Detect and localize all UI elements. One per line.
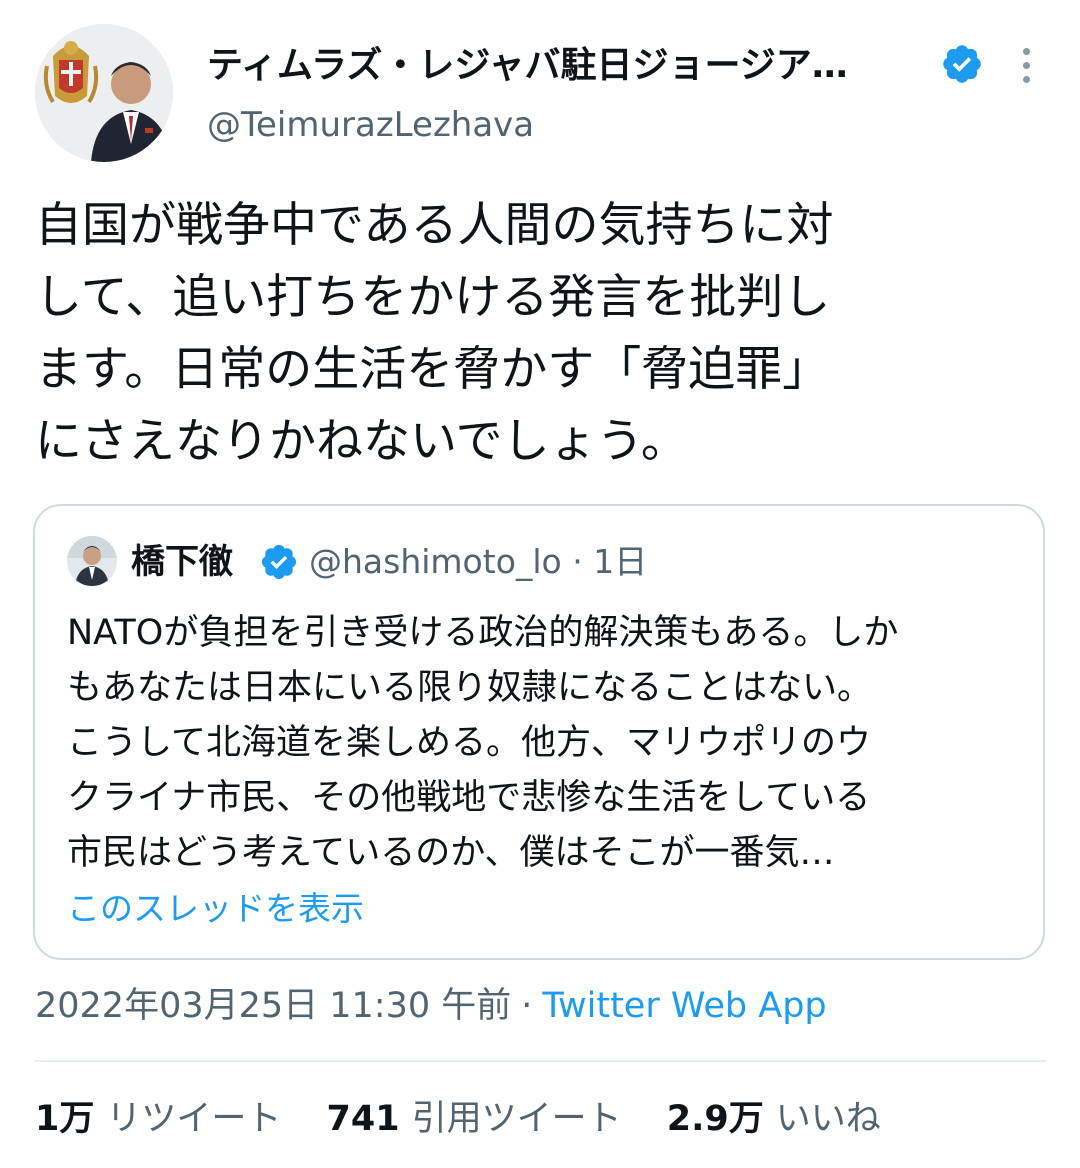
tweet-datetime[interactable]: 2022年03月25日 11:30 午前 [35, 986, 511, 1026]
tweet-text: 自国が戦争中である人間の気持ちに対 して、追い打ちをかける発言を批判し ます。日… [35, 190, 1045, 478]
quoted-author-name: 橋下徹 [131, 542, 233, 582]
more-dot [1022, 47, 1030, 55]
tweet-text-line: にさえなりかねないでしょう。 [35, 414, 688, 469]
author-display-name[interactable]: ティムラズ・レジャバ駐日ジョージア… [207, 40, 927, 92]
more-dot [1022, 61, 1030, 69]
quoted-text-line: 市民はどう考えているのか、僕はそこが一番気… [67, 833, 835, 873]
quoted-handle-time: @hashimoto_lo · 1日 [309, 542, 648, 581]
retweets-label: リツイート [106, 1099, 282, 1139]
retweets-count: 1万 [35, 1099, 95, 1139]
tweet-meta: 2022年03月25日 11:30 午前 · Twitter Web App [35, 980, 827, 1032]
quoted-verified-badge-icon [259, 542, 299, 582]
meta-separator: · [521, 986, 533, 1026]
quote-tweets-stat[interactable]: 741 引用ツイート [327, 1092, 622, 1146]
tweet-stats: 1万 リツイート 741 引用ツイート 2.9万 いいね [35, 1092, 915, 1146]
likes-stat[interactable]: 2.9万 いいね [667, 1092, 881, 1146]
retweets-stat[interactable]: 1万 リツイート [35, 1092, 281, 1146]
more-options-icon[interactable] [1006, 40, 1046, 90]
likes-count: 2.9万 [666, 1099, 764, 1139]
more-dot [1022, 75, 1030, 83]
author-avatar[interactable] [35, 24, 173, 162]
quoted-author-avatar [67, 536, 117, 586]
tweet-text-line: 自国が戦争中である人間の気持ちに対 [35, 198, 834, 253]
quoted-text-line: クライナ市民、その他戦地で悲惨な生活をしている [67, 778, 871, 818]
verified-badge-icon [940, 42, 984, 86]
quoted-tweet-card[interactable]: 橋下徹 @hashimoto_lo · 1日 NATOが負担を引き受ける政治的解… [33, 504, 1045, 960]
divider [35, 1060, 1047, 1062]
tweet-text-line: ます。日常の生活を脅かす「脅迫罪」 [35, 342, 830, 397]
tweet-source-link[interactable]: Twitter Web App [542, 986, 826, 1026]
quote-tweets-count: 741 [326, 1099, 400, 1139]
quoted-text-line: こうして北海道を楽しめる。他方、マリウポリのウ [67, 723, 871, 763]
quote-tweets-label: 引用ツイート [411, 1099, 622, 1139]
quoted-tweet-text: NATOが負担を引き受ける政治的解決策もある。しか もあなたは日本にいる限り奴隷… [67, 606, 1027, 881]
quoted-text-line: NATOが負担を引き受ける政治的解決策もある。しか [67, 613, 899, 653]
tweet-text-line: して、追い打ちをかける発言を批判し [35, 270, 831, 325]
show-thread-link[interactable]: このスレッドを表示 [67, 884, 364, 934]
quoted-text-line: もあなたは日本にいる限り奴隷になることはない。 [67, 668, 873, 708]
likes-label: いいね [775, 1099, 881, 1139]
author-handle[interactable]: @TeimurazLezhava [207, 100, 534, 150]
